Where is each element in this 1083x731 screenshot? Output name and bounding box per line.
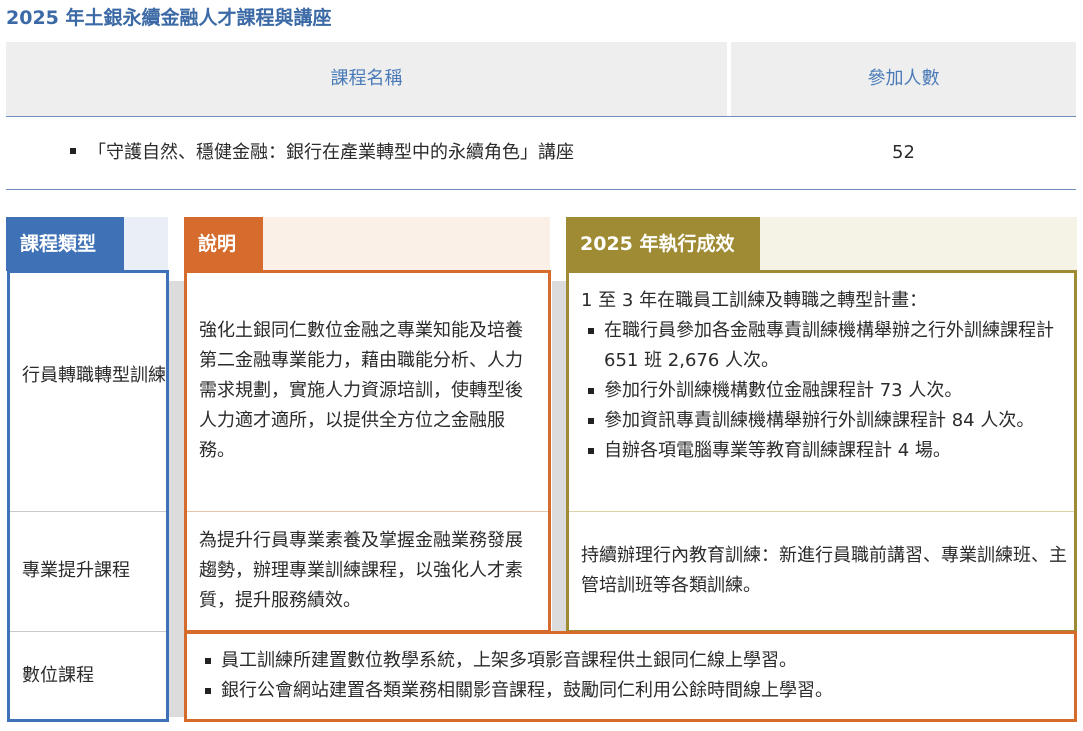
column-shadow <box>552 281 566 631</box>
list-item: 參加行外訓練機構數位金融課程計 73 人次。 <box>588 376 1070 406</box>
course-type-professional: 專業提升課程 <box>22 560 130 581</box>
row-divider <box>187 511 548 512</box>
table-divider <box>6 189 1076 190</box>
bullet-icon <box>70 148 76 154</box>
row-divider <box>10 511 166 512</box>
description-professional: 為提升行員專業素養及掌握金融業務發展趨勢，辦理專業訓練課程，以強化人才素質，提升… <box>199 530 523 611</box>
course-name-cell: 「守護自然、穩健金融：銀行在產業轉型中的永續角色」講座 <box>70 138 574 168</box>
results-list: 在職行員參加各金融專責訓練機構舉辦之行外訓練課程計 651 班 2,676 人次… <box>588 316 1070 466</box>
list-item: 在職行員參加各金融專責訓練機構舉辦之行外訓練課程計 651 班 2,676 人次… <box>588 316 1070 376</box>
course-type-column <box>7 270 169 722</box>
results-header: 2025 年執行成效 <box>566 217 760 271</box>
results-professional: 持續辦理行內教育訓練：新進行員職前講習、專業訓練班、主管培訓班等各類訓練。 <box>581 545 1067 596</box>
list-item: 自辦各項電腦專業等教育訓練課程計 4 場。 <box>588 436 1070 466</box>
results-intro: 1 至 3 年在職員工訓練及轉職之轉型計畫： <box>581 290 928 311</box>
table-divider <box>6 116 1076 117</box>
list-item: 員工訓練所建置數位教學系統，上架多項影音課程供土銀同仁線上學習。 <box>205 646 1065 676</box>
row-divider <box>10 631 166 632</box>
column-shadow <box>168 281 184 717</box>
description-transition: 強化土銀同仁數位金融之專業知能及培養第二金融專業能力，藉由職能分析、人力需求規劃… <box>199 320 523 461</box>
course-type-transition: 行員轉職轉型訓練 <box>22 365 166 386</box>
digital-course-list: 員工訓練所建置數位教學系統，上架多項影音課程供土銀同仁線上學習。 銀行公會網站建… <box>205 646 1065 706</box>
course-type-header: 課程類型 <box>6 217 124 271</box>
participants-header: 參加人數 <box>731 42 1076 116</box>
course-type-digital: 數位課程 <box>22 665 94 686</box>
list-item: 參加資訊專責訓練機構舉辦行外訓練課程計 84 人次。 <box>588 406 1070 436</box>
list-item: 銀行公會網站建置各類業務相關影音課程，鼓勵同仁利用公餘時間線上學習。 <box>205 676 1065 706</box>
participants-count: 52 <box>892 142 915 163</box>
description-header: 說明 <box>184 217 263 271</box>
page-title: 2025 年土銀永續金融人才課程與講座 <box>6 7 332 29</box>
row-divider <box>569 511 1074 512</box>
course-name-header: 課程名稱 <box>6 42 727 116</box>
